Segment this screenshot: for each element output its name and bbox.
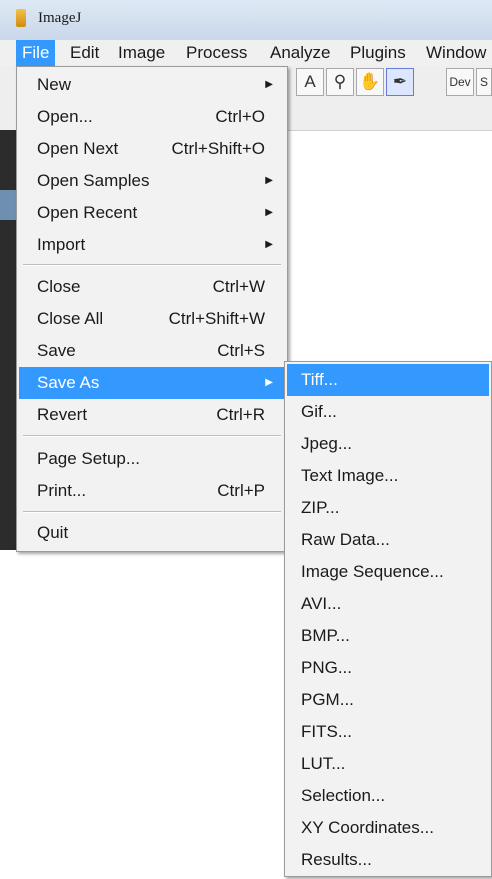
menubar: File Edit Image Process Analyze Plugins … bbox=[0, 40, 492, 67]
saveas-item-png[interactable]: PNG... bbox=[287, 652, 489, 684]
menu-item-label: Open... bbox=[37, 107, 93, 126]
saveas-item-bmp[interactable]: BMP... bbox=[287, 620, 489, 652]
background-window-edge bbox=[0, 130, 16, 550]
saveas-item-fits[interactable]: FITS... bbox=[287, 716, 489, 748]
hand-icon[interactable]: ✋ bbox=[356, 68, 384, 96]
menu-item-label: Import bbox=[37, 235, 86, 254]
save-as-submenu: Tiff... Gif... Jpeg... Text Image... ZIP… bbox=[284, 361, 492, 877]
menu-item-label: Save As bbox=[37, 373, 100, 392]
submenu-arrow-icon: ▶ bbox=[265, 239, 273, 250]
saveas-item-tiff[interactable]: Tiff... bbox=[287, 364, 489, 396]
menu-item-label: Quit bbox=[37, 523, 69, 542]
saveas-item-jpeg[interactable]: Jpeg... bbox=[287, 428, 489, 460]
shortcut-label: Ctrl+S bbox=[217, 341, 265, 360]
menu-item-label: Close bbox=[37, 277, 81, 296]
menu-item-save-as[interactable]: Save As ▶ bbox=[19, 367, 285, 399]
saveas-item-lut[interactable]: LUT... bbox=[287, 748, 489, 780]
file-menu: New ▶ Open... Ctrl+O Open Next Ctrl+Shif… bbox=[16, 66, 288, 552]
magnifier-icon[interactable]: ⚲ bbox=[326, 68, 354, 96]
menu-item-open-recent[interactable]: Open Recent ▶ bbox=[19, 197, 285, 229]
saveas-item-zip[interactable]: ZIP... bbox=[287, 492, 489, 524]
dev-tool-button[interactable]: Dev bbox=[446, 68, 474, 96]
submenu-arrow-icon: ▶ bbox=[265, 377, 273, 388]
menu-item-open[interactable]: Open... Ctrl+O bbox=[19, 101, 285, 133]
menu-separator bbox=[23, 435, 281, 437]
menu-item-label: Open Recent bbox=[37, 203, 138, 222]
imagej-icon bbox=[16, 9, 26, 27]
menu-item-label: Open Next bbox=[37, 139, 119, 158]
menu-separator bbox=[23, 511, 281, 513]
menu-separator bbox=[23, 264, 281, 266]
saveas-item-image-sequence[interactable]: Image Sequence... bbox=[287, 556, 489, 588]
menu-item-label: Page Setup... bbox=[37, 449, 141, 468]
saveas-item-avi[interactable]: AVI... bbox=[287, 588, 489, 620]
stack-tool-button[interactable]: S bbox=[476, 68, 492, 96]
shortcut-label: Ctrl+P bbox=[217, 481, 265, 500]
menu-item-label: Print... bbox=[37, 481, 87, 500]
window-title: ImageJ bbox=[38, 10, 82, 26]
text-tool-icon[interactable]: A bbox=[296, 68, 324, 96]
submenu-arrow-icon: ▶ bbox=[265, 79, 273, 90]
submenu-arrow-icon: ▶ bbox=[265, 207, 273, 218]
menu-file[interactable]: File bbox=[16, 40, 56, 66]
menu-item-save[interactable]: Save Ctrl+S bbox=[19, 335, 285, 367]
shortcut-label: Ctrl+W bbox=[212, 277, 265, 296]
window-titlebar[interactable]: ImageJ bbox=[0, 0, 492, 41]
saveas-item-raw-data[interactable]: Raw Data... bbox=[287, 524, 489, 556]
menu-item-new[interactable]: New ▶ bbox=[19, 69, 285, 101]
menu-item-label: Close All bbox=[37, 309, 104, 328]
saveas-item-results[interactable]: Results... bbox=[287, 844, 489, 876]
menu-edit[interactable]: Edit bbox=[64, 40, 105, 66]
shortcut-label: Ctrl+O bbox=[215, 107, 265, 126]
menu-item-label: Revert bbox=[37, 405, 88, 424]
menu-item-close-all[interactable]: Close All Ctrl+Shift+W bbox=[19, 303, 285, 335]
menu-image[interactable]: Image bbox=[112, 40, 171, 66]
menu-item-label: New bbox=[37, 75, 72, 94]
menu-process[interactable]: Process bbox=[180, 40, 253, 66]
shortcut-label: Ctrl+Shift+O bbox=[171, 139, 265, 158]
menu-item-open-samples[interactable]: Open Samples ▶ bbox=[19, 165, 285, 197]
menu-item-revert[interactable]: Revert Ctrl+R bbox=[19, 399, 285, 431]
menu-item-close[interactable]: Close Ctrl+W bbox=[19, 271, 285, 303]
saveas-item-text-image[interactable]: Text Image... bbox=[287, 460, 489, 492]
menu-item-page-setup[interactable]: Page Setup... bbox=[19, 443, 285, 475]
saveas-item-pgm[interactable]: PGM... bbox=[287, 684, 489, 716]
saveas-item-xy-coordinates[interactable]: XY Coordinates... bbox=[287, 812, 489, 844]
menu-item-label: Save bbox=[37, 341, 76, 360]
shortcut-label: Ctrl+Shift+W bbox=[168, 309, 265, 328]
menu-window[interactable]: Window bbox=[420, 40, 492, 66]
menu-item-label: Open Samples bbox=[37, 171, 150, 190]
menu-item-print[interactable]: Print... Ctrl+P bbox=[19, 475, 285, 507]
menu-item-import[interactable]: Import ▶ bbox=[19, 229, 285, 261]
shortcut-label: Ctrl+R bbox=[216, 405, 265, 424]
saveas-item-selection[interactable]: Selection... bbox=[287, 780, 489, 812]
menu-item-open-next[interactable]: Open Next Ctrl+Shift+O bbox=[19, 133, 285, 165]
dropper-icon[interactable]: ✒ bbox=[386, 68, 414, 96]
submenu-arrow-icon: ▶ bbox=[265, 175, 273, 186]
menu-item-quit[interactable]: Quit bbox=[19, 517, 285, 549]
menu-plugins[interactable]: Plugins bbox=[344, 40, 412, 66]
saveas-item-gif[interactable]: Gif... bbox=[287, 396, 489, 428]
menu-analyze[interactable]: Analyze bbox=[264, 40, 336, 66]
